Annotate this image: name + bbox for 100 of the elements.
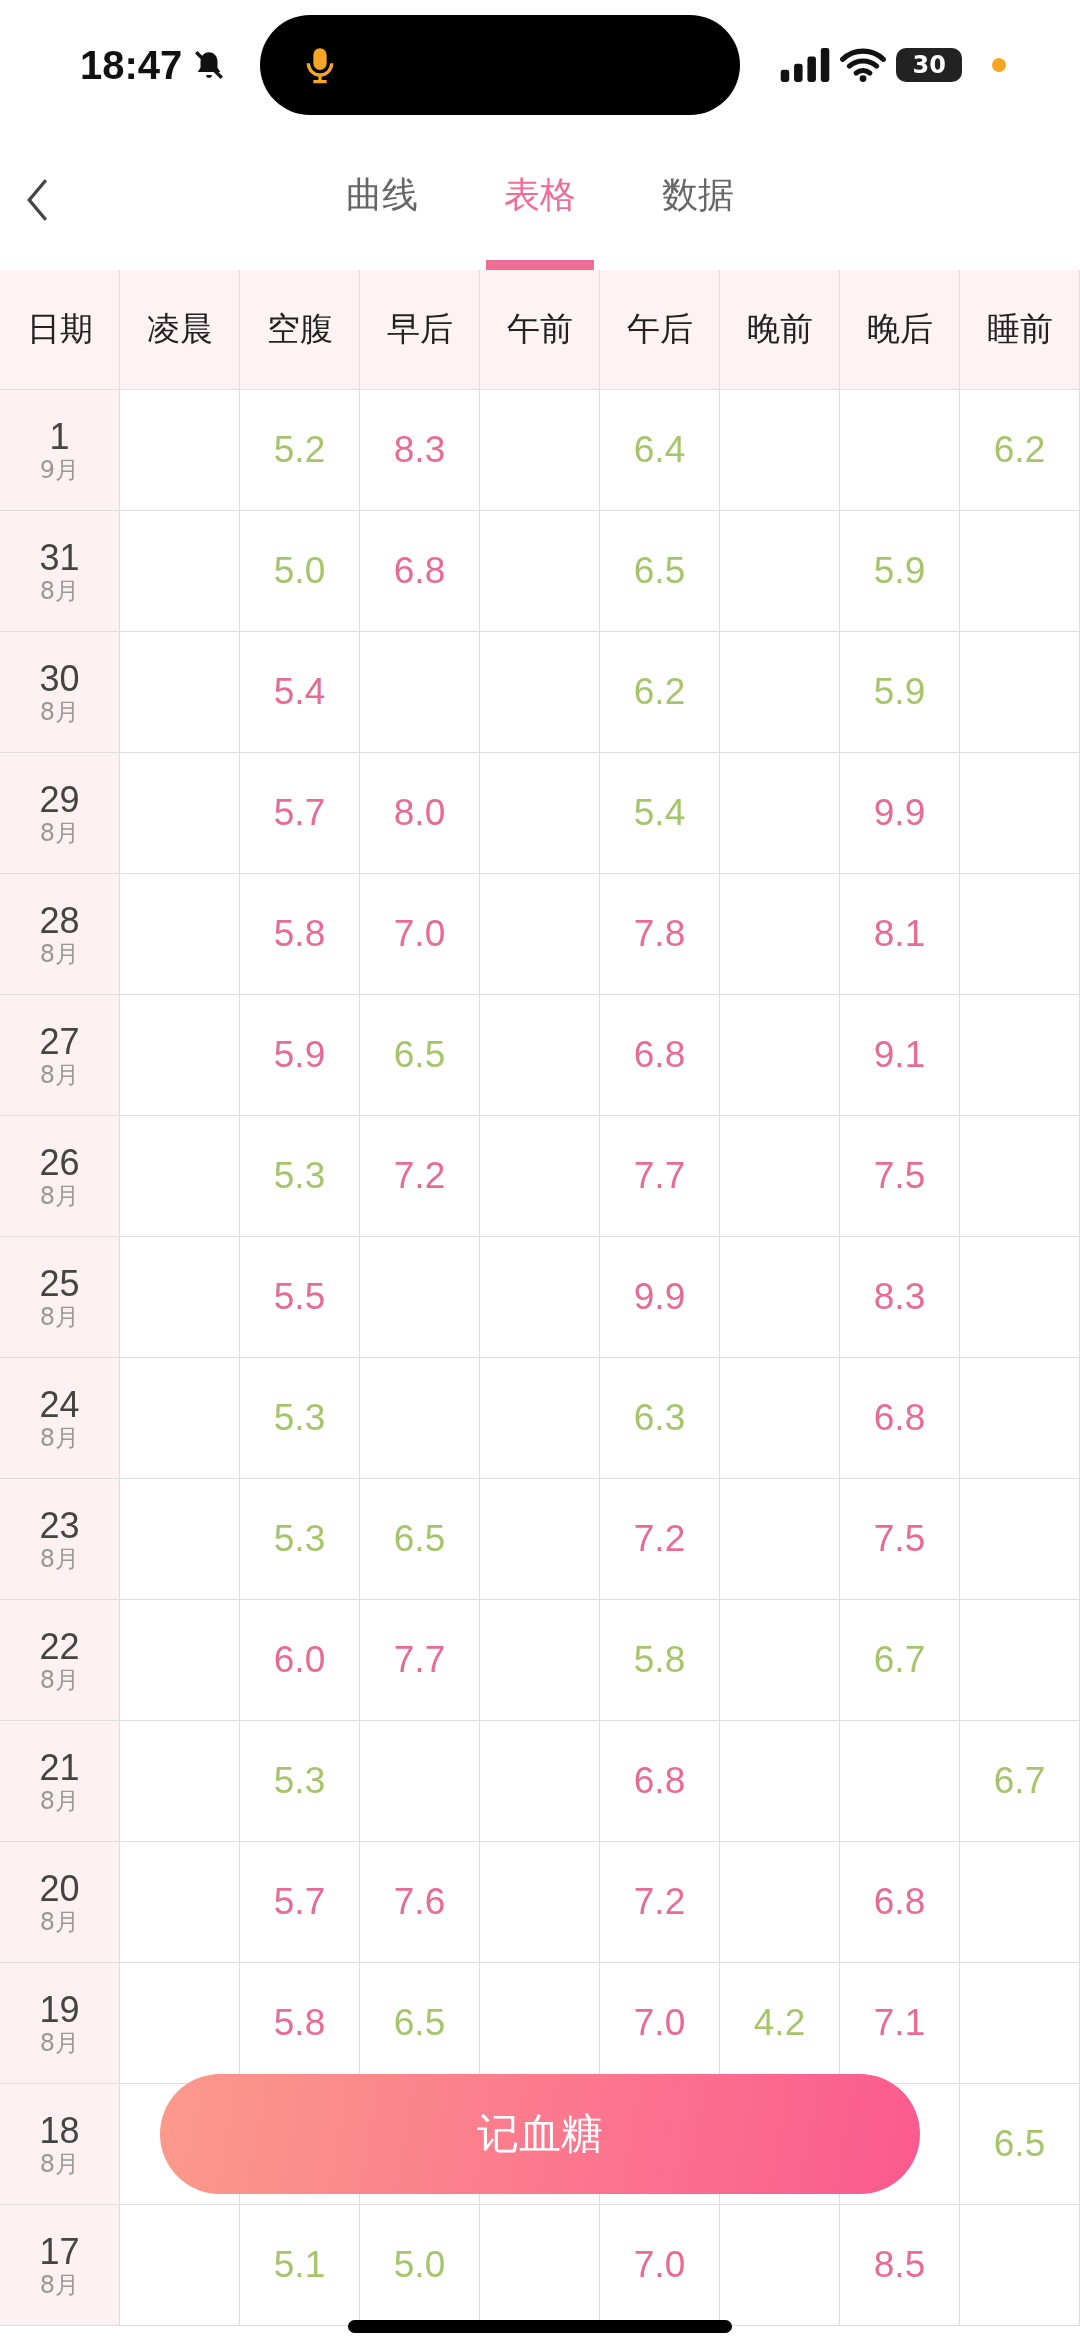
glucose-value: 7.2 <box>633 1881 686 1923</box>
date-day: 21 <box>39 1746 80 1788</box>
glucose-value: 8.5 <box>873 2244 926 2286</box>
battery-icon: 30 <box>896 48 963 82</box>
glucose-value: 6.5 <box>633 550 686 592</box>
glucose-value: 5.8 <box>273 2002 326 2044</box>
glucose-value: 5.3 <box>273 1518 326 1560</box>
glucose-value: 5.2 <box>273 429 326 471</box>
date-month: 9月 <box>39 456 80 485</box>
glucose-value: 7.0 <box>393 913 446 955</box>
glucose-value: 5.8 <box>633 1639 686 1681</box>
glucose-value: 6.2 <box>633 671 686 713</box>
glucose-value: 5.0 <box>393 2244 446 2286</box>
glucose-value: 5.4 <box>633 792 686 834</box>
glucose-value: 6.0 <box>273 1639 326 1681</box>
glucose-value: 7.2 <box>393 1155 446 1197</box>
glucose-value: 6.8 <box>633 1760 686 1802</box>
date-month: 8月 <box>39 1182 80 1211</box>
glucose-value: 7.8 <box>633 913 686 955</box>
glucose-value: 6.4 <box>633 429 686 471</box>
glucose-value: 8.3 <box>873 1276 926 1318</box>
glucose-value: 6.5 <box>393 1518 446 1560</box>
date-month: 8月 <box>39 1424 80 1453</box>
glucose-value: 4.2 <box>753 2002 806 2044</box>
glucose-value: 5.7 <box>273 1881 326 1923</box>
glucose-value: 5.8 <box>273 913 326 955</box>
date-day: 17 <box>39 2230 80 2272</box>
date-month: 8月 <box>39 2029 80 2058</box>
glucose-value: 6.7 <box>873 1639 926 1681</box>
date-day: 18 <box>39 2109 80 2151</box>
glucose-value: 5.1 <box>273 2244 326 2286</box>
column-header: 午前 <box>480 270 600 389</box>
glucose-value: 6.5 <box>393 2002 446 2044</box>
wifi-icon <box>840 48 887 82</box>
glucose-value: 6.8 <box>873 1881 926 1923</box>
glucose-value: 8.0 <box>393 792 446 834</box>
column-header: 凌晨 <box>120 270 240 389</box>
glucose-value: 7.2 <box>633 1518 686 1560</box>
date-month: 8月 <box>39 940 80 969</box>
glucose-value: 6.8 <box>633 1034 686 1076</box>
glucose-value: 7.6 <box>393 1881 446 1923</box>
glucose-value: 6.3 <box>633 1397 686 1439</box>
glucose-value: 6.2 <box>993 429 1046 471</box>
glucose-value: 7.0 <box>633 2244 686 2286</box>
glucose-value: 5.4 <box>273 671 326 713</box>
tab[interactable]: 曲线 <box>328 130 436 270</box>
glucose-value: 8.1 <box>873 913 926 955</box>
glucose-value: 9.9 <box>633 1276 686 1318</box>
glucose-value: 5.9 <box>273 1034 326 1076</box>
glucose-value: 7.1 <box>873 2002 926 2044</box>
back-icon[interactable] <box>26 178 48 222</box>
date-day: 19 <box>39 1988 80 2030</box>
date-month: 8月 <box>39 1303 80 1332</box>
column-header: 晚前 <box>720 270 840 389</box>
date-day: 25 <box>39 1262 80 1304</box>
date-month: 8月 <box>39 1787 80 1816</box>
glucose-value: 9.9 <box>873 792 926 834</box>
glucose-value: 6.8 <box>393 550 446 592</box>
date-day: 30 <box>39 657 80 699</box>
glucose-value: 5.9 <box>873 550 926 592</box>
date-month: 8月 <box>39 819 80 848</box>
glucose-value: 7.5 <box>873 1518 926 1560</box>
date-day: 22 <box>39 1625 80 1667</box>
glucose-value: 7.5 <box>873 1155 926 1197</box>
glucose-value: 8.3 <box>393 429 446 471</box>
column-header: 早后 <box>360 270 480 389</box>
glucose-value: 5.7 <box>273 792 326 834</box>
date-month: 8月 <box>39 1908 80 1937</box>
date-day: 26 <box>39 1141 80 1183</box>
date-month: 8月 <box>39 577 80 606</box>
glucose-value: 7.7 <box>633 1155 686 1197</box>
date-month: 8月 <box>39 1061 80 1090</box>
column-header: 睡前 <box>960 270 1080 389</box>
signal-icon <box>780 48 831 82</box>
column-header: 晚后 <box>840 270 960 389</box>
glucose-value: 6.7 <box>993 1760 1046 1802</box>
date-month: 8月 <box>39 698 80 727</box>
glucose-value: 6.8 <box>873 1397 926 1439</box>
date-day: 31 <box>39 536 80 578</box>
date-day: 28 <box>39 899 80 941</box>
tab[interactable]: 数据 <box>644 130 752 270</box>
glucose-value: 6.5 <box>993 2123 1046 2165</box>
glucose-value: 7.7 <box>393 1639 446 1681</box>
privacy-dot <box>992 58 1007 72</box>
glucose-value: 5.3 <box>273 1397 326 1439</box>
glucose-value: 5.3 <box>273 1155 326 1197</box>
glucose-value: 7.0 <box>633 2002 686 2044</box>
glucose-value: 5.9 <box>873 671 926 713</box>
glucose-value: 5.0 <box>273 550 326 592</box>
date-month: 8月 <box>39 2150 80 2179</box>
date-day: 27 <box>39 1020 80 1062</box>
column-header: 空腹 <box>240 270 360 389</box>
date-day: 1 <box>49 415 70 457</box>
glucose-value: 6.5 <box>393 1034 446 1076</box>
date-day: 29 <box>39 778 80 820</box>
date-month: 8月 <box>39 1666 80 1695</box>
status-time: 18:47 <box>80 42 183 88</box>
column-header: 午后 <box>600 270 720 389</box>
glucose-value: 9.1 <box>873 1034 926 1076</box>
date-day: 23 <box>39 1504 80 1546</box>
